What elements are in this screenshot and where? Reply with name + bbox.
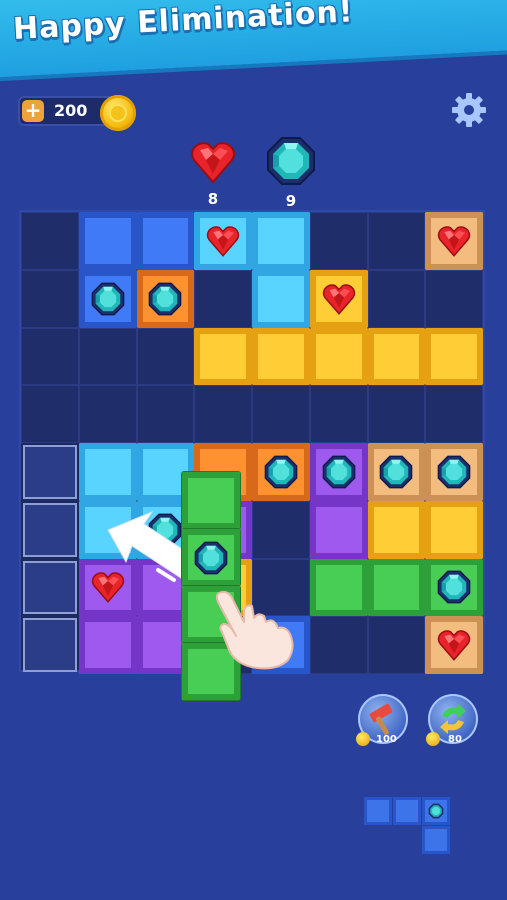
octagon-gem-icon: [267, 137, 315, 185]
tan-block[interactable]: [425, 212, 483, 270]
tan-block[interactable]: [425, 616, 483, 674]
yellow-block[interactable]: [252, 327, 310, 386]
empty-cell[interactable]: [21, 385, 79, 443]
empty-cell[interactable]: [425, 269, 483, 328]
lblue-block[interactable]: [78, 443, 137, 501]
empty-cell[interactable]: [78, 327, 137, 386]
tan-block[interactable]: [367, 443, 426, 501]
octagon-gem-icon: [428, 803, 444, 819]
empty-cell[interactable]: [309, 385, 368, 443]
heart-gem-icon: [206, 226, 240, 257]
octagon-gem-icon: [149, 282, 182, 315]
goal-octagon-count: 9: [285, 192, 297, 210]
empty-cell[interactable]: [136, 385, 195, 443]
lblue-block[interactable]: [252, 269, 310, 328]
yellow-block[interactable]: [425, 500, 483, 559]
octagon-gem-icon: [437, 571, 471, 604]
hand-pointer-icon: [215, 591, 294, 670]
empty-cell[interactable]: [252, 500, 310, 559]
yellow-block[interactable]: [425, 327, 483, 386]
heart-gem-icon: [191, 142, 235, 184]
empty-cell[interactable]: [194, 385, 252, 443]
empty-cell[interactable]: [78, 385, 137, 443]
refresh-price: 80: [448, 734, 462, 745]
heart-gem-icon: [437, 226, 471, 257]
purple-block[interactable]: [309, 443, 368, 501]
add-coins-icon[interactable]: +: [22, 100, 44, 122]
blue-block[interactable]: [78, 269, 137, 328]
next-piece-block[interactable]: [393, 797, 421, 825]
empty-cell[interactable]: [367, 385, 426, 443]
green-block[interactable]: [425, 558, 483, 617]
octagon-gem-icon: [264, 455, 298, 489]
empty-cell[interactable]: [309, 616, 368, 674]
hammer-price: 100: [376, 734, 397, 745]
goal-heart-count: 8: [207, 190, 219, 208]
purple-block[interactable]: [78, 616, 137, 674]
heart-gem-icon: [322, 283, 355, 315]
octagon-gem-icon: [322, 455, 355, 489]
octagon-gem-icon: [91, 282, 124, 315]
empty-cell[interactable]: [21, 327, 79, 386]
dragging-piece-block[interactable]: [182, 529, 240, 586]
orange-block[interactable]: [252, 443, 310, 501]
gear-icon[interactable]: [449, 90, 489, 130]
empty-cell[interactable]: [21, 212, 79, 270]
empty-cell[interactable]: [367, 269, 426, 328]
drop-target-cell[interactable]: [23, 618, 77, 672]
empty-cell[interactable]: [21, 269, 79, 328]
next-piece-block[interactable]: [422, 797, 450, 825]
goal-heart: 8: [190, 140, 236, 208]
heart-gem-icon: [437, 630, 471, 662]
lblue-block[interactable]: [252, 212, 310, 270]
yellow-block[interactable]: [309, 327, 368, 386]
dragging-piece-block[interactable]: [182, 472, 240, 529]
hammer-coin-icon: [356, 732, 370, 746]
green-block[interactable]: [367, 558, 426, 617]
orange-block[interactable]: [136, 269, 195, 328]
yellow-block[interactable]: [194, 327, 252, 386]
empty-cell[interactable]: [252, 385, 310, 443]
tan-block[interactable]: [425, 443, 483, 501]
yellow-block[interactable]: [309, 269, 368, 328]
coin-icon: [100, 95, 136, 131]
octagon-gem-icon: [194, 541, 228, 574]
lblue-block[interactable]: [194, 212, 252, 270]
blue-block[interactable]: [78, 212, 137, 270]
octagon-gem-icon: [437, 455, 471, 489]
next-piece-block[interactable]: [364, 797, 392, 825]
empty-cell[interactable]: [136, 327, 195, 386]
yellow-block[interactable]: [367, 500, 426, 559]
drop-target-cell[interactable]: [23, 445, 77, 499]
next-piece-block[interactable]: [422, 826, 450, 854]
coin-value: 200: [54, 101, 88, 120]
green-block[interactable]: [309, 558, 368, 617]
drop-target-cell[interactable]: [23, 560, 77, 615]
empty-cell[interactable]: [194, 269, 252, 328]
empty-cell[interactable]: [367, 212, 426, 270]
blue-block[interactable]: [136, 212, 195, 270]
empty-cell[interactable]: [425, 385, 483, 443]
refresh-coin-icon: [426, 732, 440, 746]
empty-cell[interactable]: [309, 212, 368, 270]
purple-block[interactable]: [309, 500, 368, 559]
yellow-block[interactable]: [367, 327, 426, 386]
empty-cell[interactable]: [367, 616, 426, 674]
goal-octagon: 9: [266, 136, 316, 210]
octagon-gem-icon: [380, 455, 413, 489]
drop-target-cell[interactable]: [23, 502, 77, 557]
